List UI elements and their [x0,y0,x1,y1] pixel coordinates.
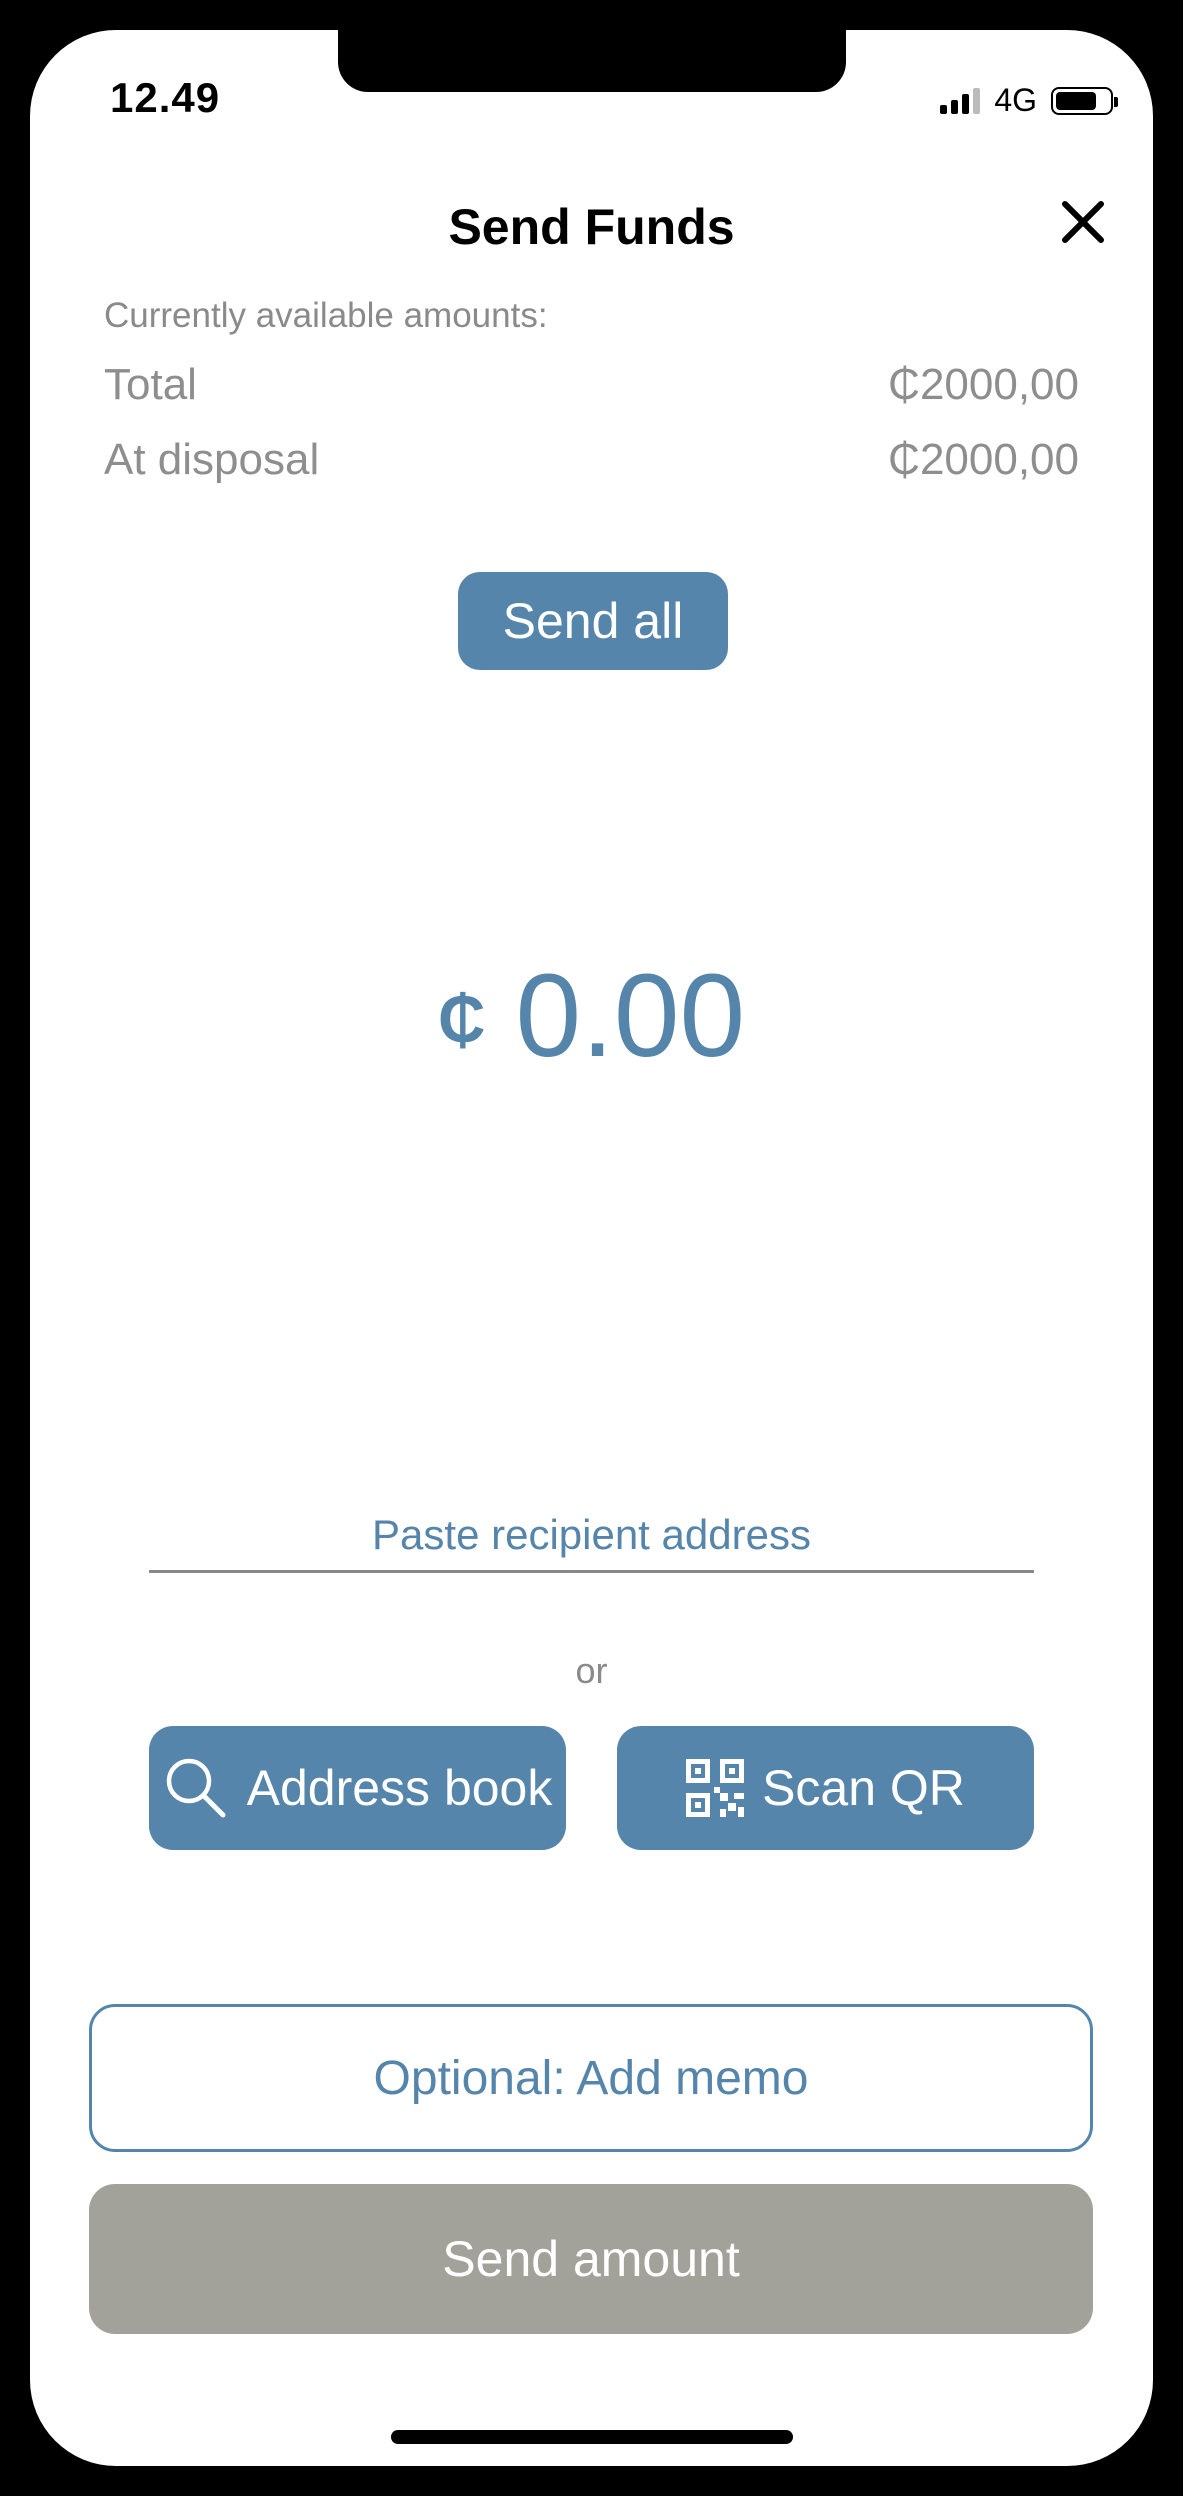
disposal-value: ₵2000,00 [888,435,1079,484]
phone-frame: 12.49 4G Send Funds Currently available … [0,0,1183,2496]
currency-symbol: ₵ [437,982,486,1056]
disposal-row: At disposal ₵2000,00 [104,435,1079,485]
battery-icon [1051,86,1118,115]
total-value: ₵2000,00 [888,360,1079,409]
scan-qr-button[interactable]: Scan QR [617,1726,1034,1850]
status-time: 12.49 [110,74,221,121]
app-screen: 12.49 4G Send Funds Currently available … [30,30,1153,2466]
amount-value: 0.00 [515,950,746,1082]
disposal-label: At disposal [104,435,320,484]
or-separator: or [575,1650,608,1691]
search-icon [166,1758,226,1818]
device-notch [338,30,846,92]
add-memo-button[interactable]: Optional: Add memo [89,2004,1093,2152]
home-indicator[interactable] [391,2430,793,2444]
close-icon [1062,201,1104,243]
network-label: 4G [994,82,1037,118]
send-all-button[interactable]: Send all [458,572,728,670]
close-button[interactable] [1053,192,1113,252]
address-book-button[interactable]: Address book [149,1726,566,1850]
address-book-label: Address book [246,1760,553,1816]
available-amounts-label: Currently available amounts: [104,296,548,335]
total-label: Total [104,360,197,409]
total-row: Total ₵2000,00 [104,360,1079,410]
qr-code-icon [686,1759,745,1817]
signal-icon [940,87,981,114]
amount-display[interactable]: ₵ 0.00 [30,948,1153,1084]
send-amount-button[interactable]: Send amount [89,2184,1093,2334]
status-icons: 4G [940,82,1118,119]
scan-qr-label: Scan QR [762,1760,965,1816]
page-title: Send Funds [448,199,735,255]
recipient-address-input[interactable] [149,1500,1034,1573]
